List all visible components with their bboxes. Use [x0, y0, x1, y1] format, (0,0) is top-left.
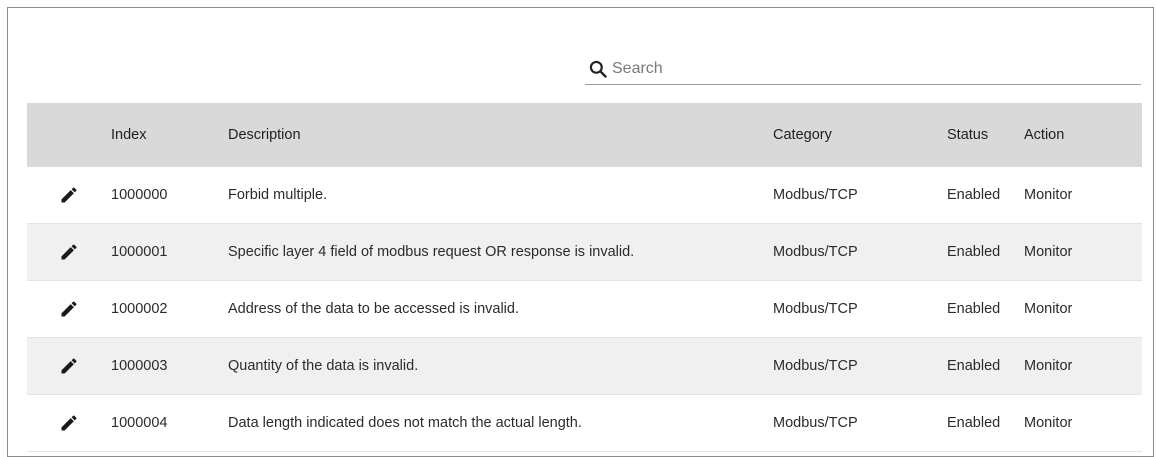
header-category[interactable]: Category	[773, 103, 947, 167]
edit-button[interactable]	[27, 338, 111, 394]
header-status[interactable]: Status	[947, 103, 1024, 167]
cell-action: Monitor	[1024, 358, 1073, 374]
pencil-icon	[59, 413, 79, 433]
cell-status: Enabled	[947, 301, 1001, 317]
cell-action: Monitor	[1024, 244, 1073, 260]
pencil-icon	[59, 299, 79, 319]
table-header-row: Index Description Category Status Action	[27, 103, 1142, 167]
cell-description: Quantity of the data is invalid.	[228, 358, 419, 374]
search-bar[interactable]	[585, 54, 1141, 85]
cell-category: Modbus/TCP	[773, 415, 858, 431]
cell-index: 1000002	[111, 301, 168, 317]
cell-action: Monitor	[1024, 415, 1073, 431]
edit-button[interactable]	[27, 224, 111, 280]
table-row[interactable]: 1000004 Data length indicated does not ma…	[27, 395, 1142, 452]
edit-button[interactable]	[27, 395, 111, 451]
cell-status: Enabled	[947, 187, 1001, 203]
edit-cell	[27, 395, 111, 452]
cell-status: Enabled	[947, 358, 1001, 374]
pencil-icon	[59, 356, 79, 376]
edit-cell	[27, 224, 111, 281]
cell-category: Modbus/TCP	[773, 244, 858, 260]
cell-description: Data length indicated does not match the…	[228, 415, 582, 431]
cell-description: Specific layer 4 field of modbus request…	[228, 244, 635, 260]
cell-index: 1000004	[111, 415, 168, 431]
search-input[interactable]	[612, 60, 1112, 78]
pencil-icon	[59, 185, 79, 205]
cell-action: Monitor	[1024, 301, 1073, 317]
cell-description: Forbid multiple.	[228, 187, 328, 203]
cell-action: Monitor	[1024, 187, 1073, 203]
table-row[interactable]: 1000001 Specific layer 4 field of modbus …	[27, 223, 1142, 281]
edit-cell	[27, 167, 111, 224]
cell-status: Enabled	[947, 244, 1001, 260]
header-index[interactable]: Index	[111, 103, 228, 167]
cell-description: Address of the data to be accessed is in…	[228, 301, 519, 317]
table-row[interactable]: 1000000 Forbid multiple. Modbus/TCP Enabled…	[27, 167, 1142, 224]
header-description[interactable]: Description	[228, 103, 773, 167]
cell-category: Modbus/TCP	[773, 187, 858, 203]
edit-button[interactable]	[27, 167, 111, 223]
cell-index: 1000001	[111, 244, 168, 260]
table-row[interactable]: 1000003 Quantity of the data is invalid. M…	[27, 337, 1142, 395]
edit-button[interactable]	[27, 281, 111, 337]
cell-category: Modbus/TCP	[773, 301, 858, 317]
table-row[interactable]: 1000002 Address of the data to be accesse…	[27, 281, 1142, 338]
cell-index: 1000003	[111, 358, 168, 374]
rules-table: Index Description Category Status Action…	[27, 103, 1142, 452]
header-action[interactable]: Action	[1024, 103, 1142, 167]
cell-status: Enabled	[947, 415, 1001, 431]
cell-index: 1000000	[111, 187, 168, 203]
pencil-icon	[59, 242, 79, 262]
cell-category: Modbus/TCP	[773, 358, 858, 374]
header-edit	[27, 103, 111, 167]
edit-cell	[27, 338, 111, 395]
edit-cell	[27, 281, 111, 338]
search-icon[interactable]	[586, 57, 610, 81]
